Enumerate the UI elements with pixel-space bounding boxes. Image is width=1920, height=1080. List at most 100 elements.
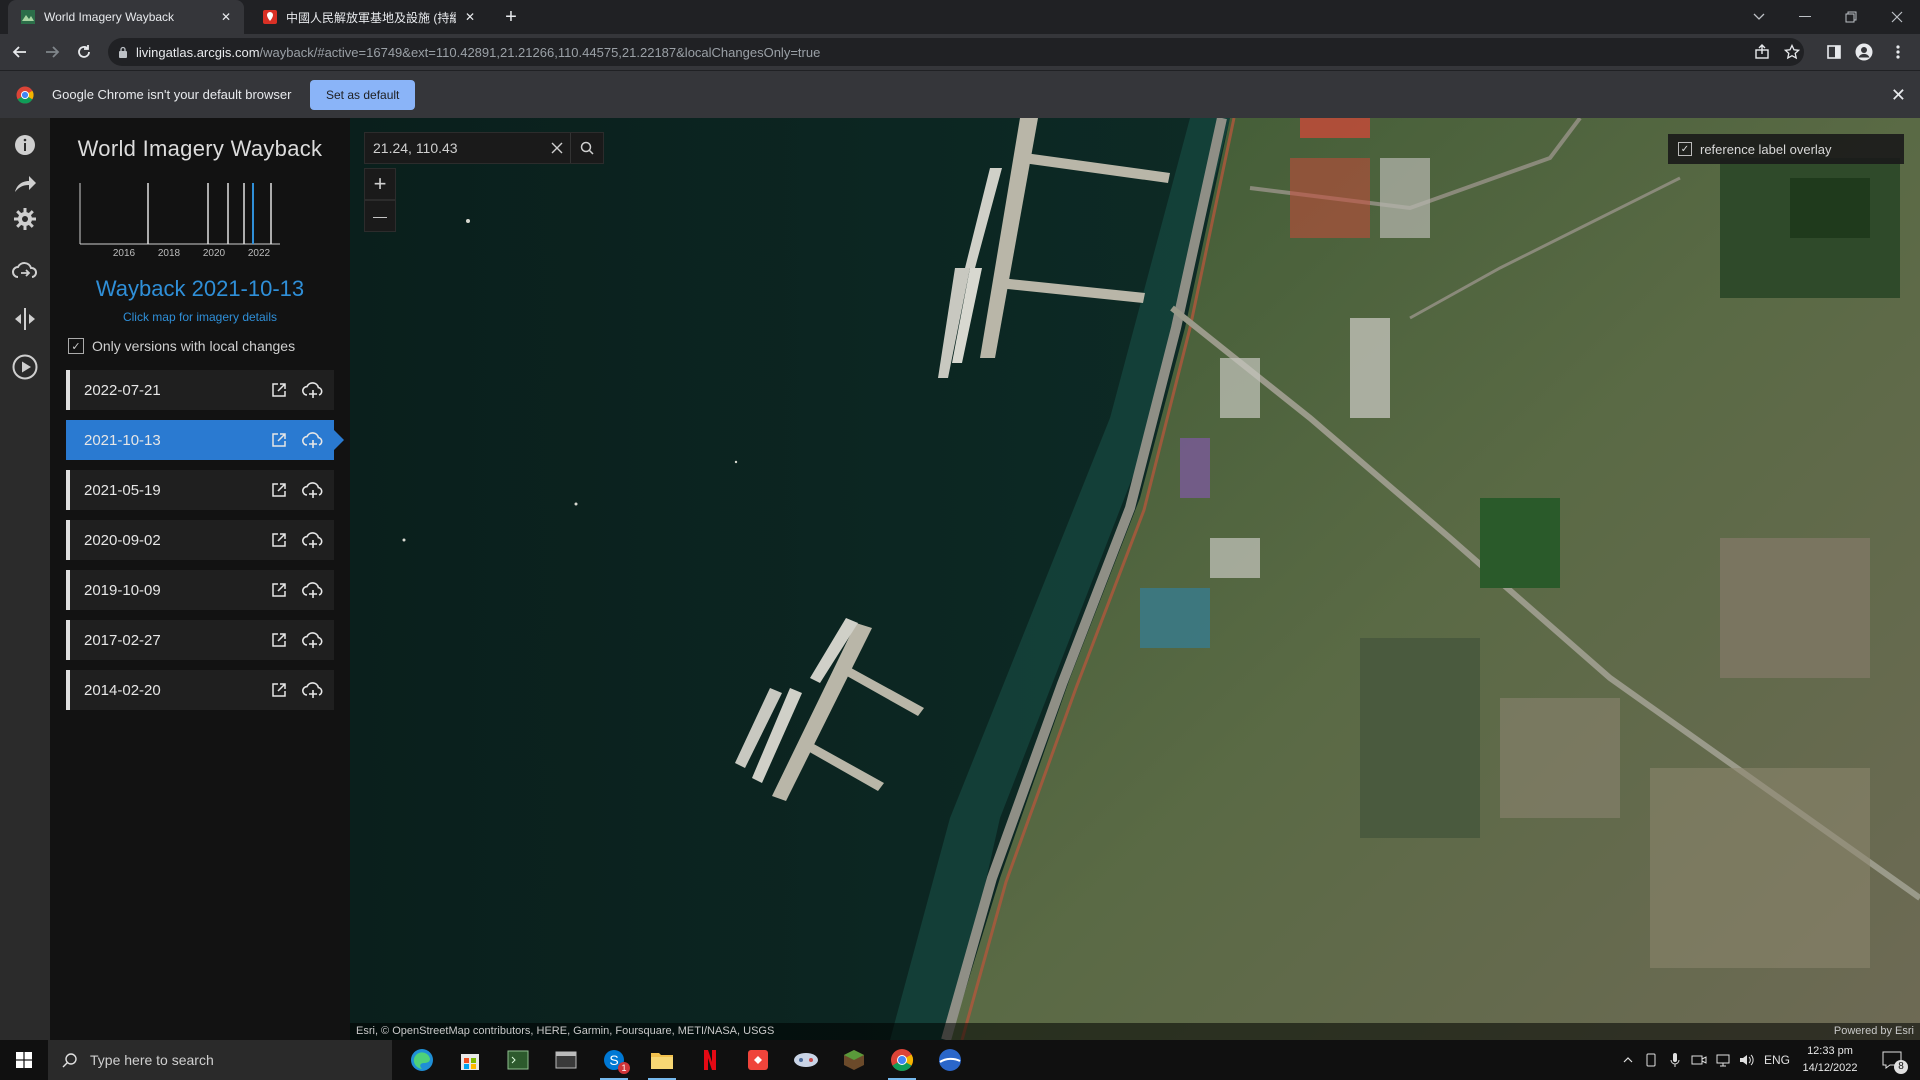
swipe-compare-button[interactable] <box>10 304 40 334</box>
close-infobar-icon[interactable]: ✕ <box>1891 85 1906 106</box>
volume-icon[interactable] <box>1736 1040 1758 1080</box>
zoom-in-button[interactable]: + <box>364 168 396 200</box>
add-to-download-button[interactable] <box>300 627 326 653</box>
checkbox-checked-icon[interactable]: ✓ <box>68 338 84 354</box>
back-button[interactable] <box>8 40 32 64</box>
lock-icon[interactable] <box>118 46 128 59</box>
clock-date: 14/12/2022 <box>1802 1062 1858 1074</box>
side-panel-button[interactable] <box>1822 40 1846 64</box>
netflix-app-icon[interactable] <box>686 1040 734 1080</box>
share-button[interactable] <box>1750 40 1774 64</box>
field-plot <box>1790 178 1870 238</box>
cloud-add-icon <box>302 632 323 648</box>
store-app-icon[interactable] <box>446 1040 494 1080</box>
animate-button[interactable] <box>10 352 40 382</box>
release-item[interactable]: 2019-10-09 <box>66 570 334 610</box>
usb-device-icon[interactable] <box>1640 1040 1662 1080</box>
add-to-download-button[interactable] <box>300 427 326 453</box>
small-vessel <box>466 219 470 223</box>
restore-button[interactable] <box>1828 0 1874 34</box>
add-to-download-button[interactable] <box>300 477 326 503</box>
game-controller-app-icon[interactable] <box>782 1040 830 1080</box>
open-in-new-window-button[interactable] <box>266 677 292 703</box>
show-hidden-icons-chevron-icon[interactable] <box>1618 1040 1638 1080</box>
field-plot <box>1480 498 1560 588</box>
release-item[interactable]: 2014-02-20 <box>66 670 334 710</box>
release-item[interactable]: 2022-07-21 <box>66 370 334 410</box>
anydesk-app-icon[interactable] <box>734 1040 782 1080</box>
add-to-download-button[interactable] <box>300 577 326 603</box>
open-in-new-window-button[interactable] <box>266 527 292 553</box>
open-external-icon <box>272 683 286 697</box>
checkbox-checked-icon[interactable]: ✓ <box>1678 142 1692 156</box>
chrome-app-icon[interactable] <box>878 1040 926 1080</box>
open-in-new-window-button[interactable] <box>266 427 292 453</box>
open-in-new-window-button[interactable] <box>266 477 292 503</box>
address-bar[interactable]: livingatlas.arcgis.com/wayback/#active=1… <box>108 38 1804 66</box>
add-to-download-button[interactable] <box>300 377 326 403</box>
cloud-add-icon <box>302 432 323 448</box>
taskbar-search-box[interactable]: Type here to search <box>48 1040 392 1080</box>
search-input[interactable]: 21.24, 110.43 <box>365 140 544 156</box>
chrome-menu-button[interactable] <box>1886 40 1910 64</box>
meet-now-icon[interactable] <box>1688 1040 1710 1080</box>
local-changes-toggle[interactable]: ✓ Only versions with local changes <box>68 338 295 354</box>
new-tab-button[interactable]: + <box>500 6 522 28</box>
field-plot <box>1360 638 1480 838</box>
open-in-new-window-button[interactable] <box>266 377 292 403</box>
close-tab-icon[interactable]: ✕ <box>462 9 478 25</box>
start-button[interactable] <box>0 1040 48 1080</box>
taskbar-clock[interactable]: 12:33 pm 14/12/2022 <box>1794 1043 1866 1077</box>
google-earth-app-icon[interactable] <box>926 1040 974 1080</box>
input-language[interactable]: ENG <box>1760 1040 1794 1080</box>
satellite-map[interactable] <box>350 118 1920 1040</box>
release-item[interactable]: 2021-05-19 <box>66 470 334 510</box>
set-as-default-button[interactable]: Set as default <box>310 80 416 110</box>
bookmark-button[interactable] <box>1780 40 1804 64</box>
reference-label-overlay-toggle[interactable]: ✓ reference label overlay <box>1668 134 1904 164</box>
windows-logo-icon <box>16 1052 32 1068</box>
window-app-icon[interactable] <box>542 1040 590 1080</box>
release-item[interactable]: 2017-02-27 <box>66 620 334 660</box>
release-date: 2019-10-09 <box>84 581 161 599</box>
minimize-button[interactable] <box>1782 0 1828 34</box>
skype-app-icon[interactable]: S 1 <box>590 1040 638 1080</box>
download-tiles-button[interactable] <box>10 256 40 286</box>
share-arrow-icon <box>15 176 36 192</box>
terminal-app-icon[interactable] <box>494 1040 542 1080</box>
info-button[interactable] <box>10 130 40 160</box>
forward-arrow-icon <box>46 46 60 58</box>
microphone-icon[interactable] <box>1664 1040 1686 1080</box>
release-item-selected[interactable]: 2021-10-13 <box>66 420 344 460</box>
search-button[interactable] <box>570 133 603 163</box>
release-timeline[interactable]: 2016 2018 2020 2022 <box>74 178 334 258</box>
taskbar-search-placeholder: Type here to search <box>90 1052 214 1068</box>
tab-title: World Imagery Wayback <box>44 10 175 24</box>
close-window-button[interactable] <box>1874 0 1920 34</box>
current-release-label: Wayback 2021-10-13 <box>95 276 305 301</box>
tab-pla-bases[interactable]: 中國人民解放軍基地及設施 (持續 ✕ <box>252 0 488 34</box>
tab-world-imagery-wayback[interactable]: World Imagery Wayback ✕ <box>8 0 244 34</box>
release-item[interactable]: 2020-09-02 <box>66 520 334 560</box>
swipe-icon <box>15 308 35 330</box>
profile-button[interactable] <box>1852 40 1876 64</box>
settings-button[interactable] <box>10 204 40 234</box>
file-explorer-app-icon[interactable] <box>638 1040 686 1080</box>
open-in-new-window-button[interactable] <box>266 577 292 603</box>
add-to-download-button[interactable] <box>300 527 326 553</box>
zoom-out-button[interactable]: — <box>364 200 396 232</box>
satellite-imagery <box>350 118 1920 1040</box>
share-app-button[interactable] <box>10 168 40 198</box>
clear-search-icon[interactable] <box>544 133 570 163</box>
minecraft-app-icon[interactable] <box>830 1040 878 1080</box>
add-to-download-button[interactable] <box>300 677 326 703</box>
reload-button[interactable] <box>72 40 96 64</box>
network-icon[interactable] <box>1712 1040 1734 1080</box>
open-in-new-window-button[interactable] <box>266 627 292 653</box>
tab-search-chevron-icon[interactable] <box>1736 0 1782 34</box>
powered-by-text[interactable]: Powered by Esri <box>1834 1025 1914 1037</box>
forward-button[interactable] <box>40 40 64 64</box>
notification-center-button[interactable]: 8 <box>1872 1040 1912 1080</box>
edge-app-icon[interactable] <box>398 1040 446 1080</box>
close-tab-icon[interactable]: ✕ <box>218 9 234 25</box>
